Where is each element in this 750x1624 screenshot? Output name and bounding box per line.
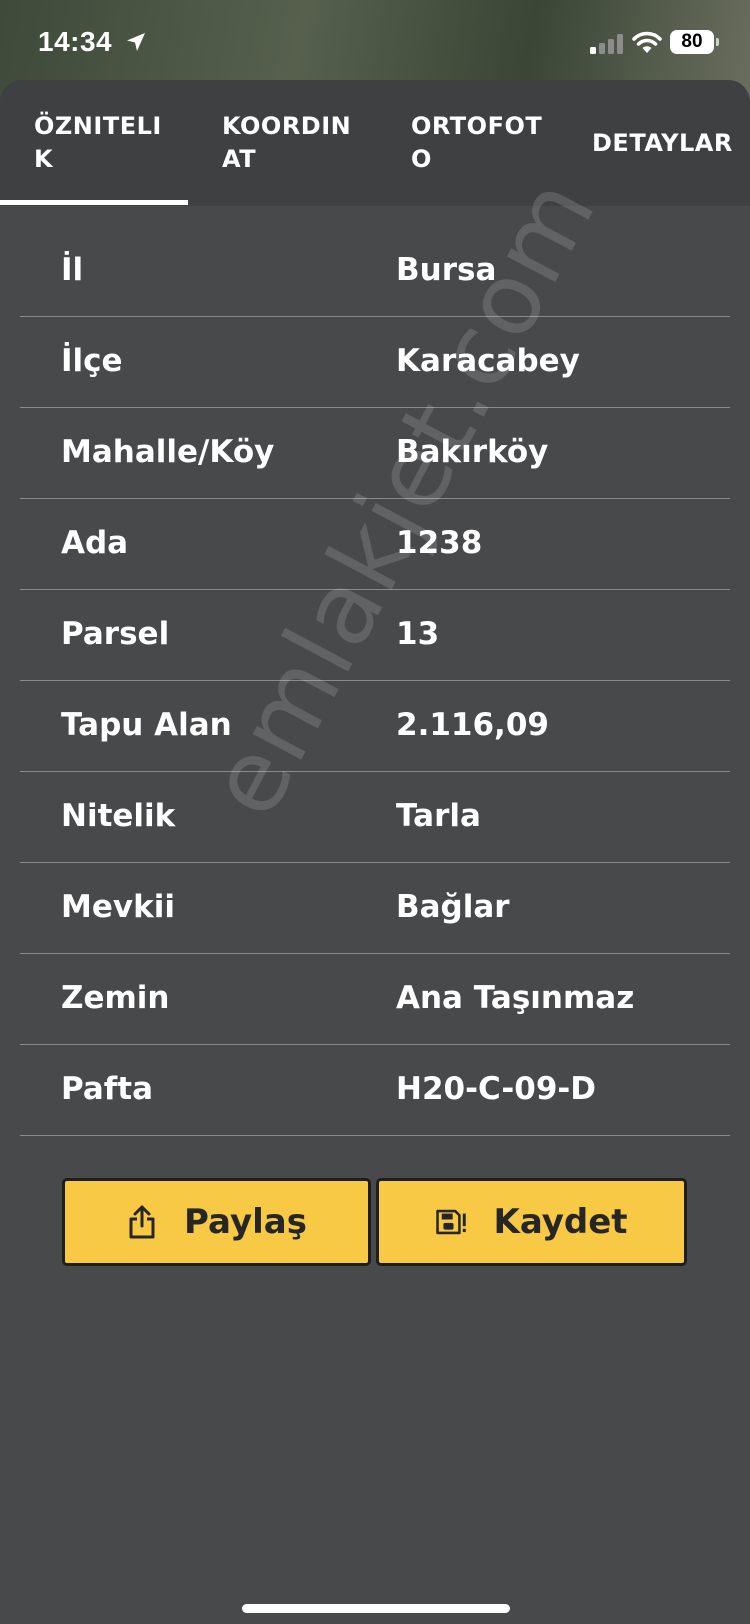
attribute-row-tapu-alan: Tapu Alan 2.116,09 bbox=[20, 681, 730, 772]
attribute-value: H20-C-09-D bbox=[396, 1071, 597, 1107]
attribute-row-mahalle: Mahalle/Köy Bakırköy bbox=[20, 408, 730, 499]
attribute-row-mevkii: Mevkii Bağlar bbox=[20, 863, 730, 954]
attribute-row-ada: Ada 1238 bbox=[20, 499, 730, 590]
home-indicator[interactable] bbox=[242, 1604, 510, 1613]
save-icon bbox=[436, 1209, 467, 1235]
cellular-signal-icon bbox=[590, 34, 623, 54]
attribute-value: 2.116,09 bbox=[396, 707, 549, 743]
attribute-table: İl Bursa İlçe Karacabey Mahalle/Köy Bakı… bbox=[20, 226, 730, 1136]
battery-tip bbox=[716, 38, 719, 46]
attribute-label: Pafta bbox=[61, 1071, 154, 1107]
share-button[interactable]: Paylaş bbox=[62, 1178, 371, 1266]
save-button[interactable]: Kaydet bbox=[376, 1178, 687, 1266]
battery-level: 80 bbox=[670, 30, 714, 54]
attribute-row-nitelik: Nitelik Tarla bbox=[20, 772, 730, 863]
tab-oznitelik[interactable]: ÖZNITELI K bbox=[34, 110, 162, 176]
active-tab-indicator bbox=[0, 200, 188, 205]
attribute-sheet: ÖZNITELI K KOORDIN AT ORTOFOT O DETAYLAR… bbox=[0, 80, 750, 1624]
attribute-label: İl bbox=[61, 252, 84, 288]
tab-detaylar[interactable]: DETAYLAR bbox=[592, 127, 733, 160]
share-icon bbox=[129, 1205, 155, 1239]
status-time: 14:34 bbox=[38, 26, 113, 57]
attribute-value: Bakırköy bbox=[396, 434, 549, 470]
attribute-label: Parsel bbox=[61, 616, 170, 652]
location-arrow-icon bbox=[127, 33, 145, 51]
status-bar: 14:34 80 bbox=[0, 0, 750, 80]
attribute-label: Nitelik bbox=[61, 798, 176, 834]
attribute-row-ilce: İlçe Karacabey bbox=[20, 317, 730, 408]
attribute-row-zemin: Zemin Ana Taşınmaz bbox=[20, 954, 730, 1045]
attribute-row-parsel: Parsel 13 bbox=[20, 590, 730, 681]
attribute-label: Mahalle/Köy bbox=[61, 434, 275, 470]
attribute-label: Mevkii bbox=[61, 889, 175, 925]
attribute-value: 13 bbox=[396, 616, 440, 652]
attribute-label: İlçe bbox=[61, 343, 123, 379]
attribute-value: Bursa bbox=[396, 252, 497, 288]
wifi-icon bbox=[632, 31, 662, 53]
attribute-value: Tarla bbox=[396, 798, 481, 834]
attribute-value: Karacabey bbox=[396, 343, 580, 379]
attribute-row-il: İl Bursa bbox=[20, 226, 730, 317]
attribute-value: Ana Taşınmaz bbox=[396, 980, 635, 1016]
attribute-value: Bağlar bbox=[396, 889, 510, 925]
tab-koordinat[interactable]: KOORDIN AT bbox=[222, 110, 351, 176]
tab-ortofoto[interactable]: ORTOFOT O bbox=[411, 110, 542, 176]
attribute-value: 1238 bbox=[396, 525, 483, 561]
share-button-label: Paylaş bbox=[184, 1202, 307, 1242]
tab-bar: ÖZNITELI K KOORDIN AT ORTOFOT O DETAYLAR bbox=[0, 80, 750, 206]
battery-icon: 80 bbox=[670, 30, 720, 56]
attribute-label: Tapu Alan bbox=[61, 707, 232, 743]
attribute-label: Zemin bbox=[61, 980, 170, 1016]
attribute-label: Ada bbox=[61, 525, 129, 561]
attribute-row-pafta: Pafta H20-C-09-D bbox=[20, 1045, 730, 1136]
save-button-label: Kaydet bbox=[493, 1202, 628, 1242]
